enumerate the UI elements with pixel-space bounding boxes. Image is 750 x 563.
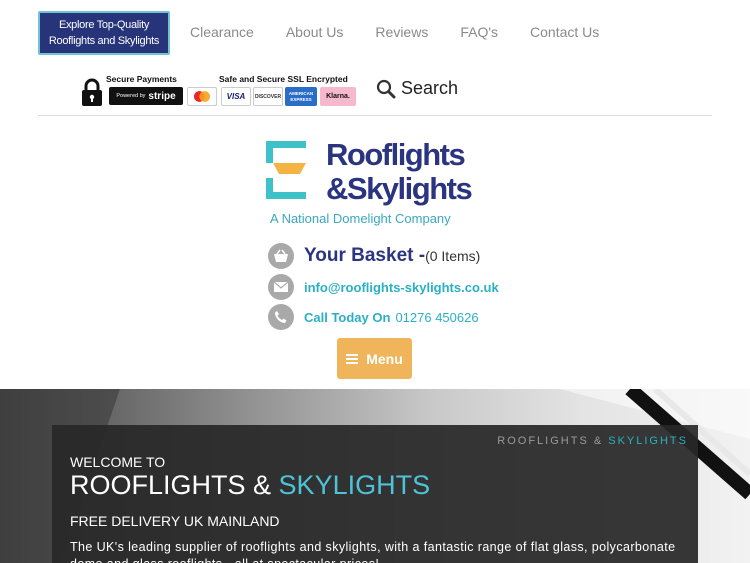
email-link[interactable]: info@rooflights-skylights.co.uk (304, 280, 499, 295)
klarna-icon: Klarna. (320, 87, 356, 106)
phone-link[interactable]: 01276 450626 (395, 310, 478, 325)
nav-clearance[interactable]: Clearance (190, 24, 254, 40)
search-label: Search (401, 78, 459, 98)
menu-button[interactable]: Menu (337, 338, 412, 379)
nav-faqs[interactable]: FAQ's (460, 24, 498, 40)
hero-brand-part-1: ROOFLIGHTS & (497, 435, 604, 447)
envelope-icon (268, 274, 294, 300)
stripe-badge: Powered by stripe (109, 87, 183, 105)
hero-description: The UK's leading supplier of rooflights … (70, 540, 676, 563)
logo-line-1: Rooflights (326, 137, 466, 172)
search-button[interactable]: Search (376, 78, 458, 99)
hero-brand-part-2: SKYLIGHTS (608, 435, 688, 447)
basket-icon (268, 243, 294, 269)
hero-welcome: WELCOME TO (70, 454, 166, 470)
explore-line-1: Explore Top-Quality (58, 19, 150, 31)
visa-icon: VISA (221, 87, 251, 106)
logo-mark-icon (266, 141, 306, 199)
ssl-label: Safe and Secure SSL Encrypted (219, 74, 348, 84)
top-navigation: Explore Top-Quality Rooflights and Skyli… (0, 0, 750, 62)
hamburger-icon (346, 353, 359, 364)
secure-payments-badge: Secure Payments Powered by stripe Safe a… (80, 72, 380, 112)
basket-title: Your Basket - (304, 245, 426, 266)
hero-banner: ROOFLIGHTS & SKYLIGHTS WELCOME TO ROOFLI… (0, 389, 750, 563)
hero-title-part-2: SKYLIGHTS (278, 470, 431, 500)
stripe-powered-label: Powered by (116, 93, 146, 99)
call-label: Call Today On (304, 309, 391, 325)
email-row: info@rooflights-skylights.co.uk (268, 274, 499, 300)
logo-wordmark: Rooflights &Skylights (326, 137, 473, 206)
hero-title: ROOFLIGHTS & SKYLIGHTS (70, 470, 430, 501)
hero-title-part-1: ROOFLIGHTS & (70, 470, 272, 500)
nav-reviews[interactable]: Reviews (375, 24, 428, 40)
stripe-brand: stripe (148, 90, 176, 102)
secure-payments-label: Secure Payments (106, 74, 177, 84)
logo-line-2: &Skylights (326, 171, 473, 206)
header-divider (38, 115, 712, 116)
hero-brand: ROOFLIGHTS & SKYLIGHTS (497, 435, 688, 447)
search-icon (376, 79, 396, 98)
phone-icon (268, 304, 294, 330)
basket-count: (0 Items) (425, 248, 481, 264)
menu-label: Menu (366, 350, 403, 367)
hero-delivery: FREE DELIVERY UK MAINLAND (70, 513, 280, 529)
basket-link[interactable]: Your Basket - (0 Items) (268, 243, 480, 269)
phone-row: Call Today On 01276 450626 (268, 304, 479, 330)
discover-icon: DISCOVER (253, 87, 283, 106)
hero-panel: ROOFLIGHTS & SKYLIGHTS WELCOME TO ROOFLI… (52, 425, 698, 563)
main-nav: Clearance About Us Reviews FAQ's Contact… (190, 24, 631, 40)
mastercard-icon (187, 87, 217, 106)
lock-icon (82, 78, 102, 106)
nav-contact-us[interactable]: Contact Us (530, 24, 599, 40)
explore-products-button[interactable]: Explore Top-Quality Rooflights and Skyli… (38, 11, 170, 55)
logo-tagline: A National Domelight Company (270, 211, 451, 226)
amex-icon: AMERICAN EXPRESS (285, 87, 317, 106)
nav-about-us[interactable]: About Us (286, 24, 344, 40)
explore-line-2: Rooflights and Skylights (48, 35, 160, 47)
